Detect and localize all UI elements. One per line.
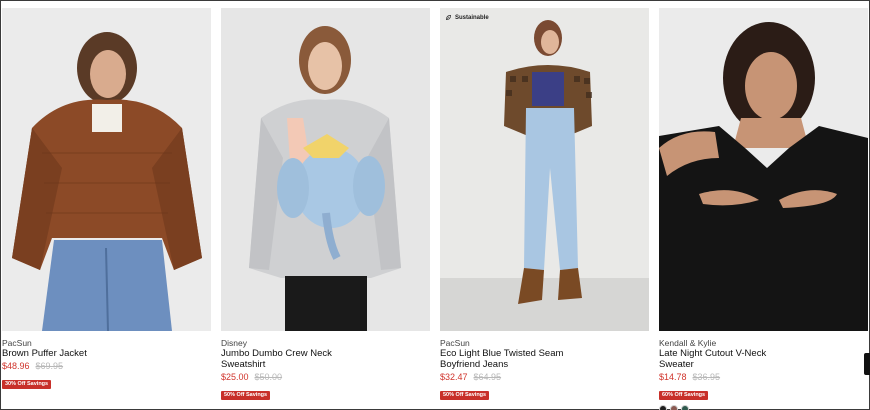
product-info: Kendall & Kylie Late Night Cutout V-Neck… [659, 338, 868, 410]
product-name[interactable]: Brown Puffer Jacket [2, 348, 211, 359]
product-photo-dumbo-sweatshirt [221, 8, 430, 331]
product-name-line1[interactable]: Jumbo Dumbo Crew Neck [221, 348, 430, 359]
color-swatch[interactable] [659, 405, 667, 410]
sale-price: $48.96 [2, 361, 30, 371]
product-card[interactable]: PacSun Brown Puffer Jacket $48.96 $69.95… [2, 8, 211, 400]
product-image[interactable] [221, 8, 430, 331]
price-row: $32.47 $64.95 [440, 371, 649, 383]
product-info: PacSun Eco Light Blue Twisted Seam Boyfr… [440, 338, 649, 401]
price-row: $48.96 $69.95 [2, 360, 211, 372]
product-photo-brown-puffer-jacket [2, 8, 211, 331]
savings-badge: 50% Off Savings [221, 391, 271, 400]
product-photo-blue-jeans [440, 8, 649, 331]
color-swatch[interactable] [681, 405, 689, 410]
product-brand: PacSun [2, 338, 32, 348]
leaf-icon [446, 15, 451, 20]
product-card[interactable]: Sustainable PacSun Eco Light Blue Twiste… [440, 8, 649, 400]
product-card[interactable]: Kendall & Kylie Late Night Cutout V-Neck… [659, 8, 868, 410]
savings-badge: 30% Off Savings [2, 380, 52, 389]
savings-badge: 50% Off Savings [440, 391, 490, 400]
product-image[interactable] [2, 8, 211, 331]
product-name-line2[interactable]: Sweatshirt [221, 359, 430, 370]
color-swatch[interactable] [670, 405, 678, 410]
color-swatches [659, 405, 868, 410]
product-info: PacSun Brown Puffer Jacket $48.96 $69.95… [2, 338, 211, 390]
price-row: $25.00 $50.00 [221, 371, 430, 383]
product-name-line2[interactable]: Sweater [659, 359, 868, 370]
product-brand: PacSun [440, 338, 470, 348]
product-image[interactable] [659, 8, 868, 331]
product-image[interactable]: Sustainable [440, 8, 649, 331]
product-grid: PacSun Brown Puffer Jacket $48.96 $69.95… [2, 8, 868, 410]
product-name-line1[interactable]: Eco Light Blue Twisted Seam [440, 348, 649, 359]
product-name-line2[interactable]: Boyfriend Jeans [440, 359, 649, 370]
original-price: $64.95 [473, 372, 502, 382]
product-info: Disney Jumbo Dumbo Crew Neck Sweatshirt … [221, 338, 430, 401]
sustainable-tag: Sustainable [445, 14, 489, 21]
product-photo-black-cutout-sweater [659, 8, 868, 331]
original-price: $50.00 [254, 372, 283, 382]
original-price: $36.95 [692, 372, 721, 382]
product-brand: Disney [221, 338, 247, 348]
price-row: $14.78 $36.95 [659, 371, 868, 383]
product-card[interactable]: Disney Jumbo Dumbo Crew Neck Sweatshirt … [221, 8, 430, 400]
sustainable-label: Sustainable [455, 14, 489, 21]
original-price: $69.95 [35, 361, 64, 371]
product-brand: Kendall & Kylie [659, 338, 717, 348]
side-tab[interactable] [864, 353, 870, 375]
sale-price: $25.00 [221, 372, 249, 382]
sale-price: $32.47 [440, 372, 468, 382]
product-name-line1[interactable]: Late Night Cutout V-Neck [659, 348, 868, 359]
sale-price: $14.78 [659, 372, 687, 382]
savings-badge: 60% Off Savings [659, 391, 709, 400]
